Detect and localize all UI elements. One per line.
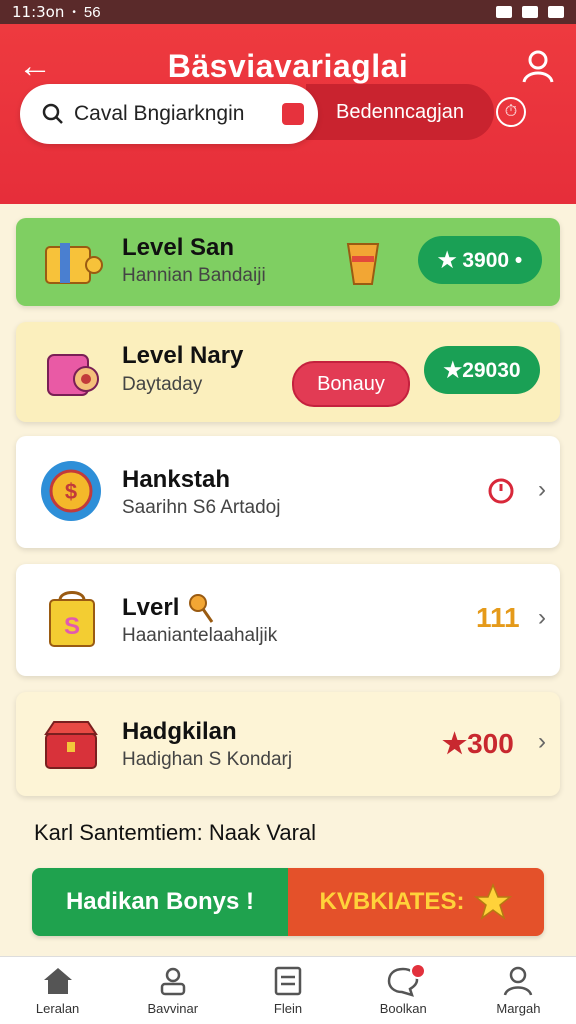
svg-text:S: S xyxy=(64,613,80,640)
promo-right-button[interactable]: KVBKIATES: xyxy=(288,868,544,936)
value-text: 111 xyxy=(476,602,520,633)
home-icon xyxy=(43,968,72,994)
tab-chat[interactable]: Boolkan xyxy=(346,957,461,1024)
search-input[interactable] xyxy=(74,102,264,126)
reward-pill[interactable]: ★29030 xyxy=(424,346,540,394)
level-card-4[interactable]: S Lverl Haaniantelaahaljik 111 › xyxy=(16,564,560,676)
card-subtitle: Hadighan S Kondarj xyxy=(122,749,293,770)
promo-text: Karl Santemtiem: Naak Varal xyxy=(34,820,317,845)
chevron-right-icon[interactable]: › xyxy=(538,728,546,756)
filter-button[interactable]: Bedenncagjan xyxy=(306,84,494,140)
filter-label: Bedenncagjan xyxy=(336,100,464,123)
promo-banner[interactable]: Hadikan Bonys ! KVBKIATES: xyxy=(32,868,544,936)
card-title: Level Nary xyxy=(122,342,244,369)
value-text: ★300 xyxy=(442,728,514,759)
coin-badge-icon: $ xyxy=(41,461,101,521)
level-card-5[interactable]: Hadgkilan Hadighan S Kondarj ★300 › xyxy=(16,692,560,796)
search-icon xyxy=(42,103,63,124)
bag-icon xyxy=(282,103,304,125)
card-subtitle: Hannian Bandaiji xyxy=(122,265,266,286)
tab-label: Flein xyxy=(273,1001,303,1016)
tab-list[interactable]: Flein xyxy=(230,957,345,1024)
status-extra: 56 xyxy=(83,3,101,21)
svg-text:$: $ xyxy=(65,479,77,504)
list-icon xyxy=(274,966,302,996)
reward-pill[interactable]: ★ 3900 • xyxy=(418,236,542,284)
tab-user-card[interactable]: Bavvinar xyxy=(115,957,230,1024)
card-subtitle: Saarihn S6 Artadoj xyxy=(122,497,281,518)
status-icons xyxy=(496,6,564,18)
level-card-3[interactable]: $ Hankstah Saarihn S6 Artadoj › xyxy=(16,436,560,548)
gift-box-icon xyxy=(45,243,103,284)
star-icon xyxy=(474,883,513,920)
wifi-icon xyxy=(496,6,512,18)
card-title: Lverl xyxy=(122,594,180,621)
user-card-icon xyxy=(160,967,186,996)
page-title: Bäsviavariaglai xyxy=(167,48,409,84)
bonus-button[interactable]: Bonauy xyxy=(292,361,410,407)
clock-icon xyxy=(488,478,514,504)
signal-icon xyxy=(522,6,538,18)
card-subtitle: Daytaday xyxy=(122,374,203,395)
shopping-bag-icon: S xyxy=(49,591,95,647)
chevron-right-icon[interactable]: › xyxy=(538,604,546,632)
tab-label: Leralan xyxy=(35,1001,80,1016)
camera-gift-icon xyxy=(47,354,99,396)
promo-right-label: KVBKIATES: xyxy=(319,888,465,915)
bottom-nav: Leralan Bavvinar Flein Boolkan Margah xyxy=(0,956,576,1024)
user-icon[interactable] xyxy=(518,46,558,86)
level-card-1[interactable]: Level San Hannian Bandaiji ★ 3900 • xyxy=(16,218,560,306)
status-dot: • xyxy=(72,6,76,18)
timer-icon[interactable]: ⏱ xyxy=(496,97,526,127)
status-bar: 11:3on • 56 xyxy=(0,0,576,24)
tab-profile[interactable]: Margah xyxy=(461,957,576,1024)
tab-label: Margah xyxy=(496,1001,541,1016)
level-card-2[interactable]: Level Nary Daytaday Bonauy ★29030 xyxy=(16,322,560,422)
status-time: 11:3on xyxy=(12,3,65,21)
card-subtitle: Haaniantelaahaljik xyxy=(122,625,278,646)
tab-home[interactable]: Leralan xyxy=(0,957,115,1024)
card-title: Level San xyxy=(122,234,235,261)
battery-icon xyxy=(548,6,564,18)
treasure-chest-icon xyxy=(44,721,98,769)
card-title: Hadgkilan xyxy=(122,718,237,745)
profile-icon xyxy=(504,966,533,996)
promo-left-button[interactable]: Hadikan Bonys ! xyxy=(32,868,288,936)
chevron-right-icon[interactable]: › xyxy=(538,476,546,504)
notification-badge xyxy=(409,963,426,979)
tab-label: Bavvinar xyxy=(147,1001,199,1016)
search-bar[interactable] xyxy=(20,84,318,144)
trophy-icon xyxy=(346,243,380,285)
card-title: Hankstah xyxy=(122,466,231,493)
tab-label: Boolkan xyxy=(379,1001,427,1016)
key-icon xyxy=(189,594,214,623)
